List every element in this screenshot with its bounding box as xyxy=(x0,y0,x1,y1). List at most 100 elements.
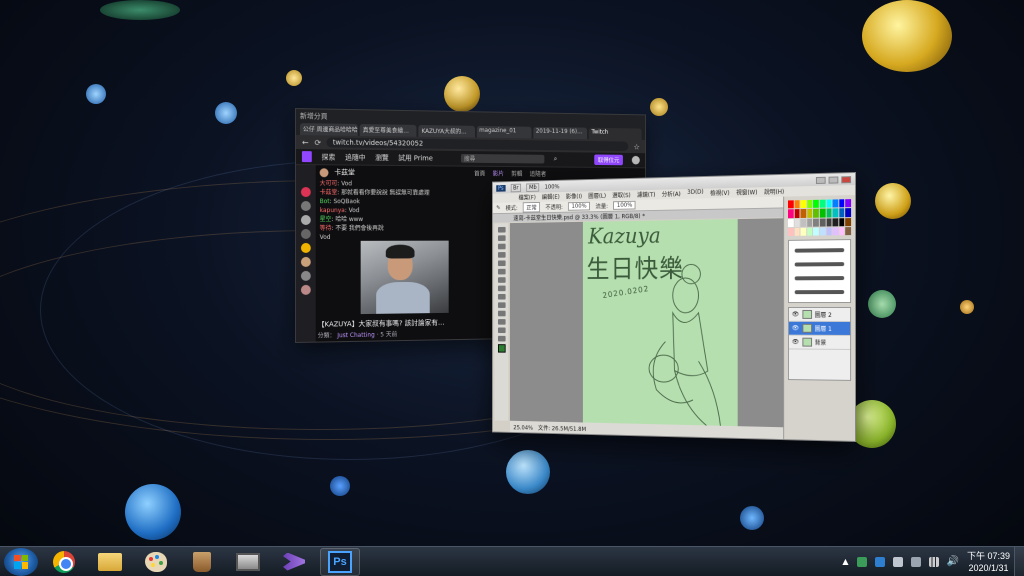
color-swatch[interactable] xyxy=(813,200,818,208)
photoshop-window[interactable]: Ps Br Mb 100% 檔案(F) 編輯(E) 影像(I) 圖層(L) 選取… xyxy=(492,172,856,442)
menu-help[interactable]: 說明(H) xyxy=(764,187,784,197)
browser-tab[interactable]: 公仔 周邊商品哈哈哈 xyxy=(300,123,358,136)
color-swatch[interactable] xyxy=(839,208,844,216)
color-swatch[interactable] xyxy=(820,218,825,226)
color-swatch[interactable] xyxy=(833,209,838,217)
channel-avatar[interactable] xyxy=(301,243,311,253)
browser-tab[interactable]: magazine_01 xyxy=(476,126,531,138)
color-swatch[interactable] xyxy=(807,209,812,217)
menu-select[interactable]: 選取(S) xyxy=(612,190,630,200)
gradient-tool-icon[interactable] xyxy=(498,302,506,308)
menu-view[interactable]: 檢視(V) xyxy=(710,188,729,198)
canvas[interactable]: Kazuya 生日快樂 2020.0202 xyxy=(583,219,738,426)
color-swatch[interactable] xyxy=(807,227,812,235)
tab-clips[interactable]: 剪輯 xyxy=(511,169,522,178)
menu-edit[interactable]: 編輯(E) xyxy=(542,192,560,202)
app-tray-icon[interactable] xyxy=(875,557,885,567)
brush-preset[interactable] xyxy=(795,262,845,266)
color-swatch[interactable] xyxy=(801,228,806,236)
status-zoom[interactable]: 25.04% xyxy=(513,425,533,432)
nav-discover[interactable]: 探索 xyxy=(322,152,336,162)
opacity-field[interactable]: 100% xyxy=(568,202,590,211)
color-swatch[interactable] xyxy=(846,208,851,216)
nav-browse[interactable]: 瀏覽 xyxy=(375,152,388,162)
mode-select[interactable]: 正常 xyxy=(523,202,540,213)
bridge-button[interactable]: Br xyxy=(510,183,521,192)
color-swatch[interactable] xyxy=(833,227,838,235)
eyedropper-tool-icon[interactable] xyxy=(498,260,506,266)
brush-preset[interactable] xyxy=(795,290,845,294)
layer-row-selected[interactable]: 👁 圖層 1 xyxy=(789,322,850,336)
taskbar-brush-app[interactable] xyxy=(182,548,222,576)
color-swatch[interactable] xyxy=(788,200,793,208)
type-tool-icon[interactable] xyxy=(498,319,506,325)
show-desktop-button[interactable] xyxy=(1014,547,1024,576)
color-swatch[interactable] xyxy=(813,227,818,235)
video-title[interactable]: 【KAZUYA】大家叔有事嗎? 該討論家有… xyxy=(318,318,445,330)
nav-prime[interactable]: 試用 Prime xyxy=(398,153,433,163)
lasso-tool-icon[interactable] xyxy=(498,244,506,250)
heal-tool-icon[interactable] xyxy=(498,269,506,275)
marquee-tool-icon[interactable] xyxy=(498,235,506,241)
brush-preset[interactable] xyxy=(795,248,845,253)
tab-videos[interactable]: 影片 xyxy=(493,169,504,178)
color-swatch[interactable] xyxy=(794,218,799,226)
color-swatch[interactable] xyxy=(788,209,793,217)
eye-icon[interactable]: 👁 xyxy=(792,339,799,346)
channel-avatar[interactable] xyxy=(301,229,311,239)
color-swatch[interactable] xyxy=(807,218,812,226)
reload-icon[interactable]: ⟳ xyxy=(314,138,321,147)
color-swatch[interactable] xyxy=(794,228,799,236)
layer-row[interactable]: 👁 圖層 2 xyxy=(789,308,850,322)
star-icon[interactable]: ☆ xyxy=(633,142,639,151)
color-swatch[interactable] xyxy=(794,200,799,208)
search-icon[interactable]: ⌕ xyxy=(554,155,558,164)
taskbar-visual-studio[interactable] xyxy=(274,548,314,576)
color-swatch[interactable] xyxy=(820,227,825,235)
color-swatch[interactable] xyxy=(801,209,806,217)
color-swatch[interactable] xyxy=(788,228,793,236)
menu-window[interactable]: 視窗(W) xyxy=(736,187,757,197)
color-swatch[interactable] xyxy=(846,199,851,207)
color-swatch[interactable] xyxy=(788,219,793,227)
twitch-logo-icon[interactable] xyxy=(302,151,312,162)
flag-icon[interactable] xyxy=(893,557,903,567)
color-swatch[interactable] xyxy=(794,209,799,217)
channel-avatar[interactable] xyxy=(301,215,311,225)
brush-presets-panel[interactable] xyxy=(788,239,851,303)
show-hidden-icons-icon[interactable]: ▲ xyxy=(842,557,848,566)
brush-preset[interactable] xyxy=(795,276,845,280)
menu-layer[interactable]: 圖層(L) xyxy=(588,191,606,201)
color-swatch[interactable] xyxy=(826,200,831,208)
taskbar-media[interactable] xyxy=(228,548,268,576)
color-swatch[interactable] xyxy=(813,209,818,217)
avatar[interactable] xyxy=(632,156,640,165)
zoom-level[interactable]: 100% xyxy=(545,183,560,190)
channel-name[interactable]: 卡茲堂 xyxy=(334,167,354,177)
channel-avatar[interactable] xyxy=(301,187,311,197)
color-swatch[interactable] xyxy=(833,218,838,226)
menu-file[interactable]: 檔案(F) xyxy=(518,193,535,203)
hand-tool-icon[interactable] xyxy=(498,327,506,333)
color-swatch[interactable] xyxy=(826,227,831,235)
channel-avatar[interactable] xyxy=(301,285,311,295)
menu-3d[interactable]: 3D(D) xyxy=(687,189,703,199)
color-swatch[interactable] xyxy=(820,200,825,208)
color-swatch[interactable] xyxy=(801,200,806,208)
move-tool-icon[interactable] xyxy=(498,227,506,233)
back-icon[interactable]: ← xyxy=(302,138,309,147)
zoom-tool-icon[interactable] xyxy=(498,336,506,342)
battery-icon[interactable] xyxy=(911,557,921,567)
start-button[interactable] xyxy=(4,548,38,576)
color-swatch[interactable] xyxy=(826,209,831,217)
tab-home[interactable]: 首頁 xyxy=(474,169,485,178)
network-status-icon[interactable] xyxy=(857,557,867,567)
eye-icon[interactable]: 👁 xyxy=(792,325,799,332)
pen-tool-icon[interactable] xyxy=(498,311,506,317)
category-link[interactable]: Just Chatting xyxy=(337,332,375,340)
color-swatch[interactable] xyxy=(813,218,818,226)
color-swatch[interactable] xyxy=(807,200,812,208)
color-swatch[interactable] xyxy=(846,227,851,235)
menu-analysis[interactable]: 分析(A) xyxy=(662,189,681,199)
color-swatch[interactable] xyxy=(820,209,825,217)
